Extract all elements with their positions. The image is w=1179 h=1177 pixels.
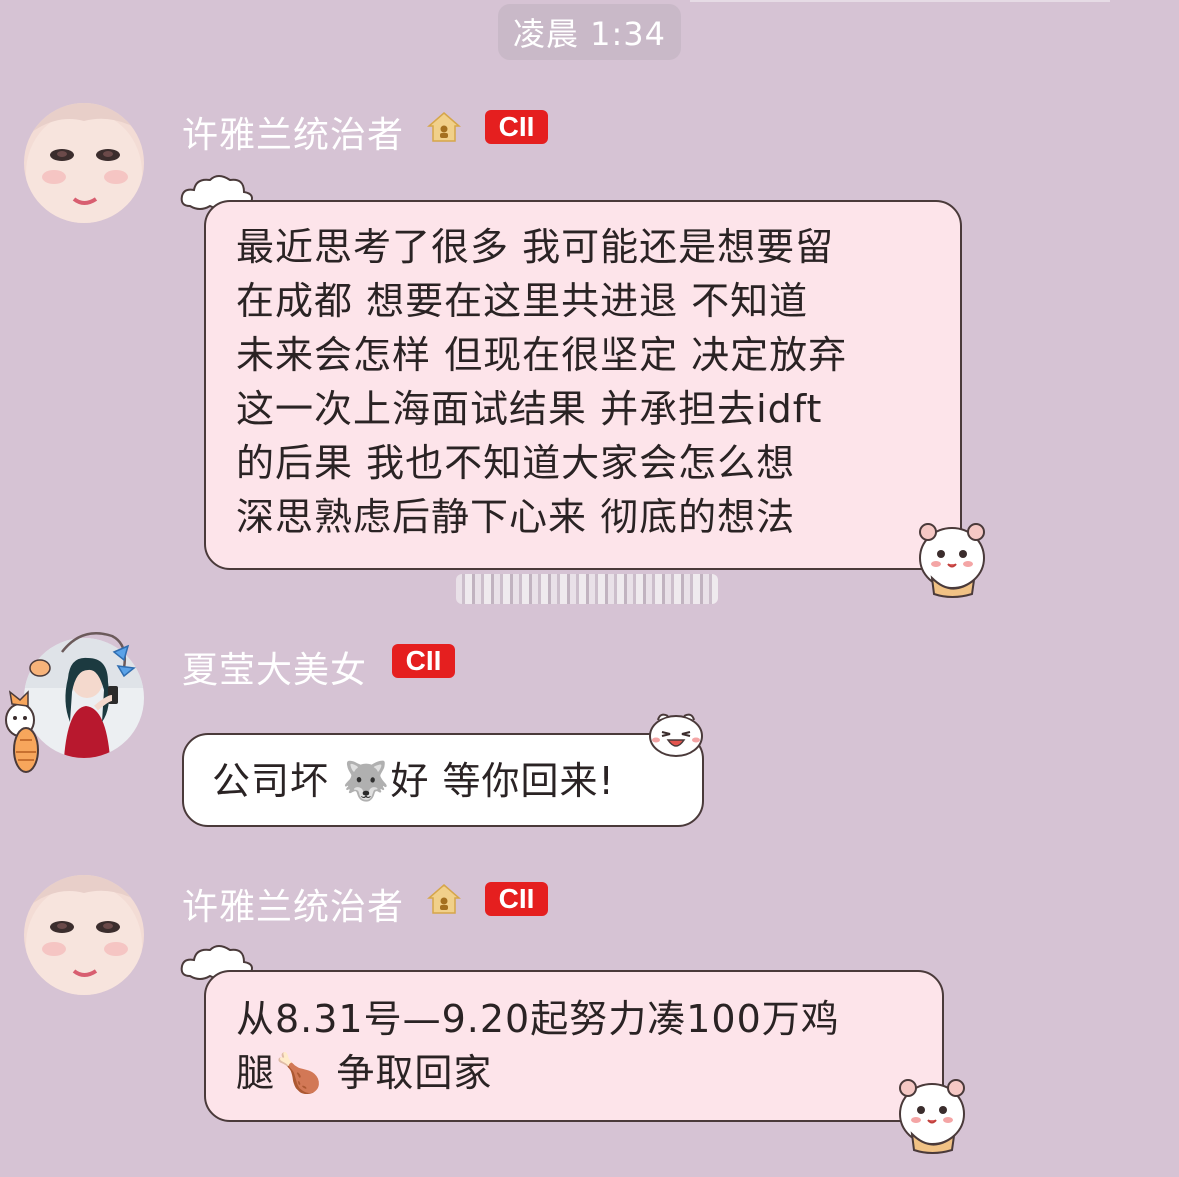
level-badge: CII	[485, 882, 548, 916]
message-line: 公司坏 🐺好 等你回来!	[212, 754, 702, 808]
message-line: 最近思考了很多 我可能还是想要留	[236, 225, 835, 269]
laughing-sticker-icon	[649, 713, 703, 757]
hamster-sticker-icon	[899, 1079, 965, 1154]
avatar-photo-icon	[24, 103, 144, 223]
message-line: 从8.31号—9.20起努力凑100万鸡	[236, 997, 840, 1041]
timestamp-text: 凌晨 1:34	[512, 15, 667, 53]
level-badge: CII	[392, 644, 455, 678]
message-text: 好 等你回来!	[390, 759, 615, 803]
message-line: 深思熟虑后静下心来 彻底的想法	[236, 495, 796, 539]
avatar-xuyalan[interactable]	[24, 103, 144, 223]
sender-name: 夏莹大美女	[182, 650, 368, 691]
message-line: 在成都 想要在这里共进退 不知道	[236, 279, 809, 323]
avatar-xuyalan[interactable]	[24, 875, 144, 995]
message-line: 这一次上海面试结果 并承担去idft	[236, 387, 823, 431]
message-text: 公司坏	[212, 759, 330, 803]
sender-name: 许雅兰统治者	[182, 887, 405, 928]
house-icon	[427, 884, 461, 914]
message-bubble[interactable]: 公司坏 🐺好 等你回来!	[182, 733, 704, 827]
message-text: 腿	[236, 1051, 276, 1095]
message-line: 腿🍗 争取回家	[236, 1046, 942, 1100]
wolf-emoji-icon: 🐺	[342, 759, 391, 803]
message-bubble[interactable]: 从8.31号—9.20起努力凑100万鸡 腿🍗 争取回家	[204, 970, 944, 1122]
avatar-photo-icon	[24, 875, 144, 995]
chicken-leg-emoji-icon: 🍗	[275, 1051, 324, 1095]
cat-frame-icon	[5, 632, 136, 773]
timestamp-pill: 凌晨 1:34	[498, 4, 681, 60]
sender-name: 许雅兰统治者	[182, 115, 405, 156]
message-line: 未来会怎样 但现在很坚定 决定放弃	[236, 333, 848, 377]
top-divider	[690, 0, 1110, 2]
message-bubble[interactable]: 最近思考了很多 我可能还是想要留 在成都 想要在这里共进退 不知道 未来会怎样 …	[204, 200, 962, 570]
message-line: 的后果 我也不知道大家会怎么想	[236, 441, 796, 485]
house-icon	[427, 112, 461, 142]
message-text: 争取回家	[323, 1051, 493, 1095]
blurred-content	[456, 574, 718, 604]
level-badge: CII	[485, 110, 548, 144]
hamster-sticker-icon	[919, 523, 985, 598]
